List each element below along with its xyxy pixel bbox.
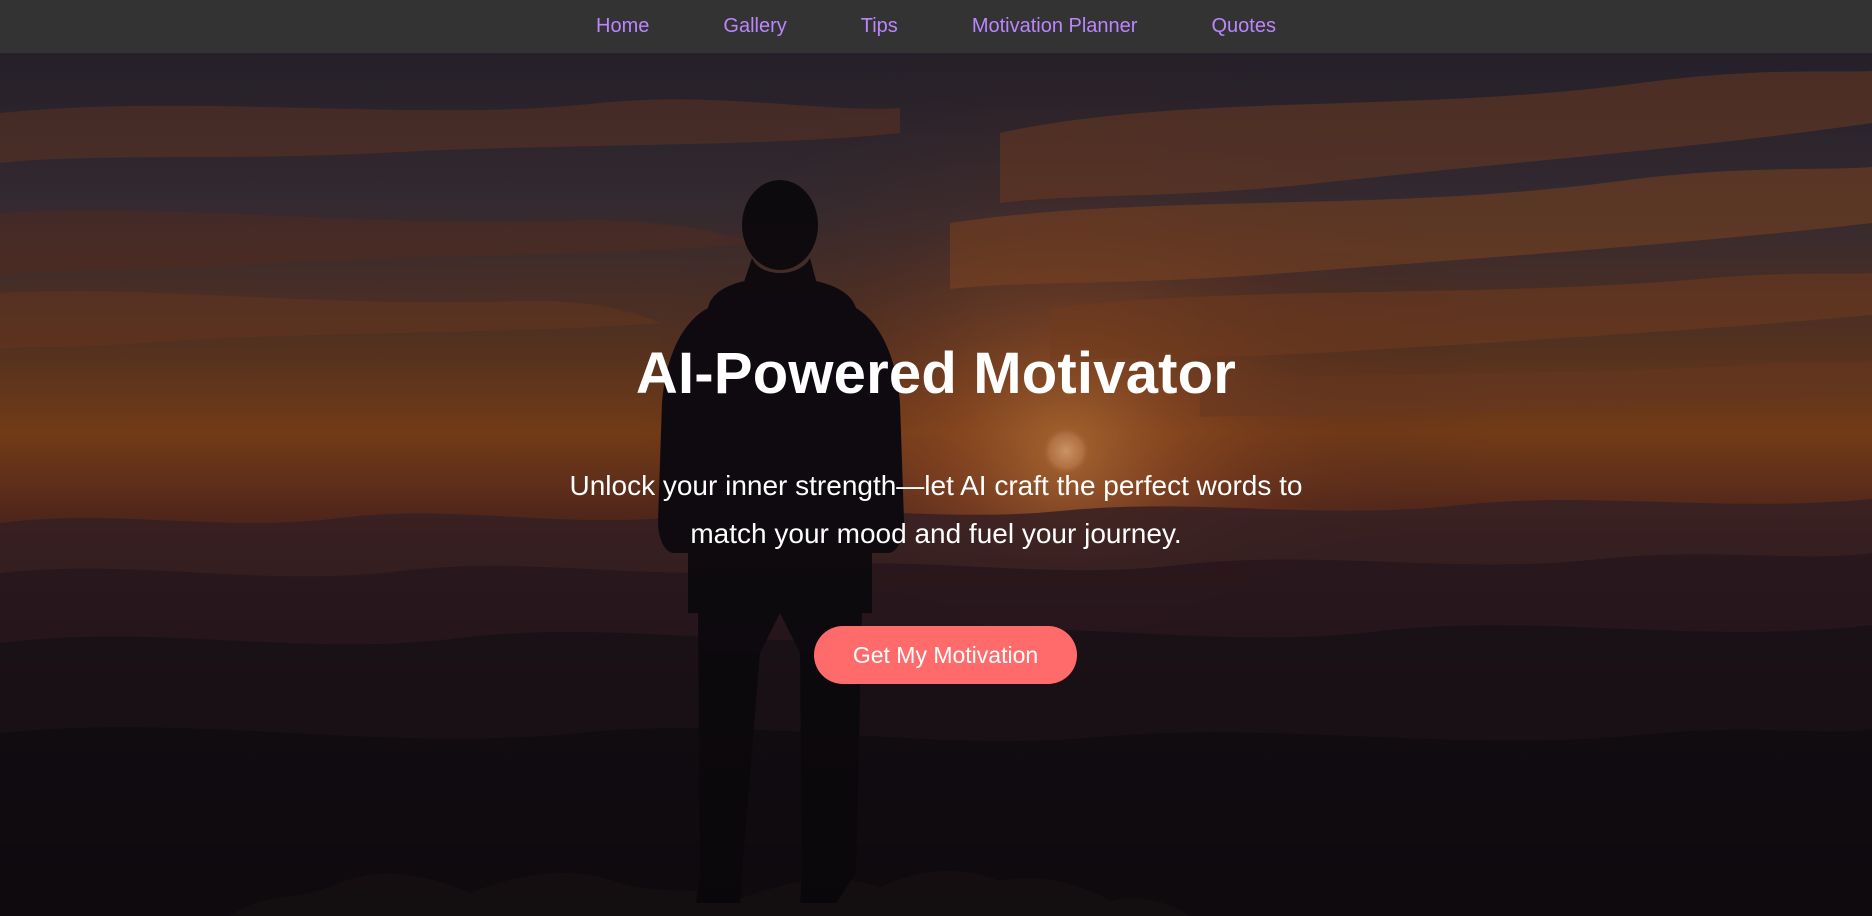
page: Home Gallery Tips Motivation Planner Quo… xyxy=(0,0,1872,916)
nav-link-tips[interactable]: Tips xyxy=(861,15,898,38)
hero-content: AI-Powered Motivator Unlock your inner s… xyxy=(0,53,1872,916)
top-navbar: Home Gallery Tips Motivation Planner Quo… xyxy=(0,0,1872,53)
nav-link-motivation-planner[interactable]: Motivation Planner xyxy=(972,15,1138,38)
hero-title: AI-Powered Motivator xyxy=(635,341,1237,406)
get-motivation-button[interactable]: Get My Motivation xyxy=(814,626,1077,684)
nav-link-home[interactable]: Home xyxy=(596,15,649,38)
nav-link-gallery[interactable]: Gallery xyxy=(723,15,786,38)
hero-section: AI-Powered Motivator Unlock your inner s… xyxy=(0,53,1872,916)
hero-subtitle: Unlock your inner strength—let AI craft … xyxy=(569,470,1303,549)
nav-link-quotes[interactable]: Quotes xyxy=(1211,15,1275,38)
